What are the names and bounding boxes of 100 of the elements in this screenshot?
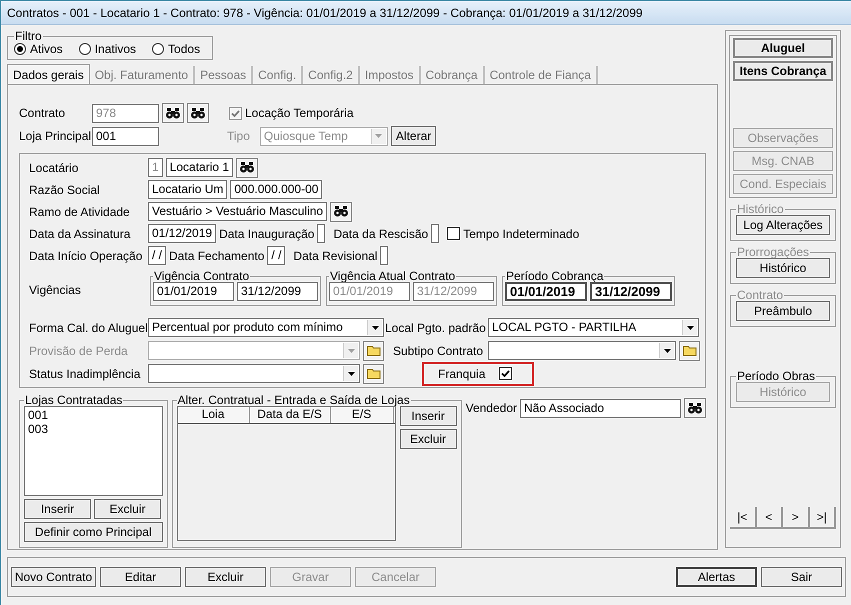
action-button[interactable]: Sair	[761, 567, 842, 587]
checkbox[interactable]	[229, 106, 242, 120]
field-label: Data Inauguração	[219, 226, 314, 240]
action-button[interactable]: Preâmbulo	[736, 301, 830, 321]
folder-button[interactable]	[679, 340, 700, 360]
input-field[interactable]: 01/01/2019	[153, 282, 234, 301]
field-label: Data Início Operação	[29, 248, 144, 262]
navigation-button[interactable]: >|	[810, 507, 836, 529]
action-button[interactable]: Alertas	[676, 567, 757, 587]
checkbox[interactable]	[499, 367, 512, 380]
checkbox-label: Locação Temporária	[245, 106, 354, 120]
input-field[interactable]: Locatario Um	[148, 180, 228, 199]
tab[interactable]: Dados gerais	[7, 64, 90, 84]
action-button[interactable]: Inserir	[400, 406, 457, 426]
action-button[interactable]: Inserir	[24, 499, 91, 519]
input-field[interactable]: Locatario 1	[166, 158, 234, 177]
dropdown[interactable]: LOCAL PGTO - PARTILHA	[488, 318, 699, 337]
group-title: Vigência Contrato	[153, 270, 250, 282]
column-header[interactable]: Loia	[178, 407, 250, 423]
navigation-button[interactable]: >	[783, 507, 810, 529]
input-field[interactable]: 000.000.000-00	[230, 180, 322, 199]
tab[interactable]: Impostos	[360, 66, 421, 84]
navigation-button[interactable]: <	[756, 507, 783, 529]
action-button[interactable]: Editar	[100, 567, 181, 587]
radio-icon[interactable]	[78, 43, 91, 55]
field-label: Razão Social	[29, 182, 101, 196]
tab[interactable]: Obj. Faturamento	[90, 66, 196, 84]
input-field[interactable]: Vestuário > Vestuário Masculino	[148, 202, 328, 221]
tab[interactable]: Controle de Fiança	[484, 66, 598, 84]
field-label: Data da Rescisão	[333, 226, 428, 240]
input-field[interactable]: / /	[267, 246, 286, 265]
action-button[interactable]: Histórico	[736, 258, 830, 278]
column-header[interactable]: E/S	[330, 407, 394, 423]
folder-icon	[366, 345, 380, 356]
input-field[interactable]: 31/12/2099	[590, 282, 672, 301]
dropdown[interactable]: Percentual por produto com mínimo	[148, 318, 384, 337]
navigation-button[interactable]: |<	[730, 507, 756, 529]
group-title: Contrato	[736, 289, 784, 301]
group-title: Lojas Contratadas	[24, 394, 124, 406]
action-button[interactable]: Aluguel	[733, 38, 833, 58]
checkbox[interactable]	[447, 227, 460, 240]
dropdown[interactable]	[488, 341, 676, 360]
search-button[interactable]	[187, 103, 209, 123]
tab[interactable]: Cobrança	[420, 66, 485, 84]
field-label: Vendedor	[466, 401, 517, 415]
group-title: Alter. Contratual - Entrada e Saída de Lojas	[176, 394, 411, 406]
radio-icon[interactable]	[14, 43, 26, 55]
radio-option[interactable]: Todos	[152, 42, 200, 56]
binoculars-icon	[688, 402, 702, 414]
search-button[interactable]	[236, 158, 258, 178]
binoculars-icon	[166, 108, 180, 118]
group-title: Vigência Atual Contrato	[329, 270, 456, 282]
radio-icon[interactable]	[152, 43, 164, 55]
list-item[interactable]: 001	[28, 408, 159, 422]
folder-button[interactable]	[363, 364, 384, 384]
input-field[interactable]: 01/12/2019	[148, 224, 216, 243]
tab[interactable]: Config.	[253, 66, 304, 84]
field-label: Local Pgto. padrão	[385, 320, 485, 334]
action-button[interactable]: Excluir	[94, 499, 161, 519]
field-label: Provisão de Perda	[29, 344, 129, 358]
group-title: Período Cobrança	[505, 270, 604, 282]
action-button[interactable]: Definir como Principal	[24, 522, 163, 542]
list-item[interactable]: 003	[28, 422, 159, 436]
field-label: Locatário	[29, 160, 80, 174]
group-title: Filtro	[14, 30, 43, 42]
folder-button[interactable]	[363, 340, 384, 360]
search-button[interactable]	[330, 202, 352, 222]
input-field[interactable]	[317, 224, 326, 243]
tab[interactable]: Config.2	[303, 66, 360, 84]
checkbox-label: Franquia	[438, 366, 486, 380]
binoculars-icon	[191, 108, 205, 118]
search-button[interactable]	[684, 398, 706, 418]
column-header[interactable]: Data da E/S	[250, 407, 331, 423]
input-field[interactable]: 31/12/2099	[237, 282, 318, 301]
binoculars-icon	[240, 162, 254, 173]
action-button[interactable]: Excluir	[185, 567, 266, 587]
action-button[interactable]: Excluir	[400, 429, 457, 449]
tab[interactable]: Pessoas	[195, 66, 254, 84]
input-field[interactable]: / /	[148, 246, 166, 265]
action-button[interactable]: Log Alterações	[736, 215, 830, 235]
input-field[interactable]	[431, 224, 440, 243]
field-label: Loja Principal	[19, 129, 89, 143]
radio-option[interactable]: Inativos	[78, 42, 136, 56]
input-field[interactable]	[380, 246, 388, 265]
group-title: Histórico	[736, 203, 785, 215]
field-label: Data Revisional	[293, 248, 378, 262]
action-button[interactable]: Alterar	[390, 126, 436, 146]
folder-icon	[682, 345, 696, 356]
input-field[interactable]: 001	[92, 126, 159, 146]
action-button[interactable]: Novo Contrato	[11, 567, 96, 587]
radio-option[interactable]: Ativos	[14, 42, 63, 56]
search-button[interactable]	[162, 103, 184, 123]
binoculars-icon	[334, 206, 348, 217]
input-field[interactable]: 01/01/2019	[505, 282, 587, 301]
checkbox-label: Tempo Indeterminado	[463, 226, 580, 240]
input-field[interactable]: Não Associado	[520, 398, 681, 418]
action-button[interactable]: Itens Cobrança	[733, 61, 833, 81]
dropdown[interactable]	[148, 364, 360, 383]
field-label: Data Fechamento	[169, 248, 264, 262]
window-title: Contratos - 001 - Locatario 1 - Contrato: 978 - Vigência: 01/01/2019 a 31/12/2099 - Cobrança: 01/01/2019 a 31/12/2099	[1, 1, 851, 25]
